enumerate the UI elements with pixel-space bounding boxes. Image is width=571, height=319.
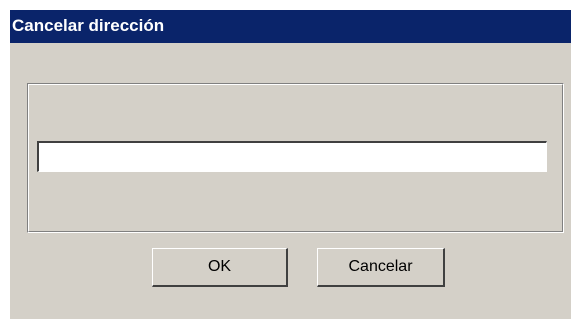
title-bar[interactable]: Cancelar dirección xyxy=(10,10,571,43)
dialog-window: Cancelar dirección OK Cancelar xyxy=(10,10,571,319)
window-title: Cancelar dirección xyxy=(12,16,165,35)
ok-button[interactable]: OK xyxy=(152,248,288,287)
cancel-button[interactable]: Cancelar xyxy=(317,248,445,287)
address-input[interactable] xyxy=(37,141,547,172)
